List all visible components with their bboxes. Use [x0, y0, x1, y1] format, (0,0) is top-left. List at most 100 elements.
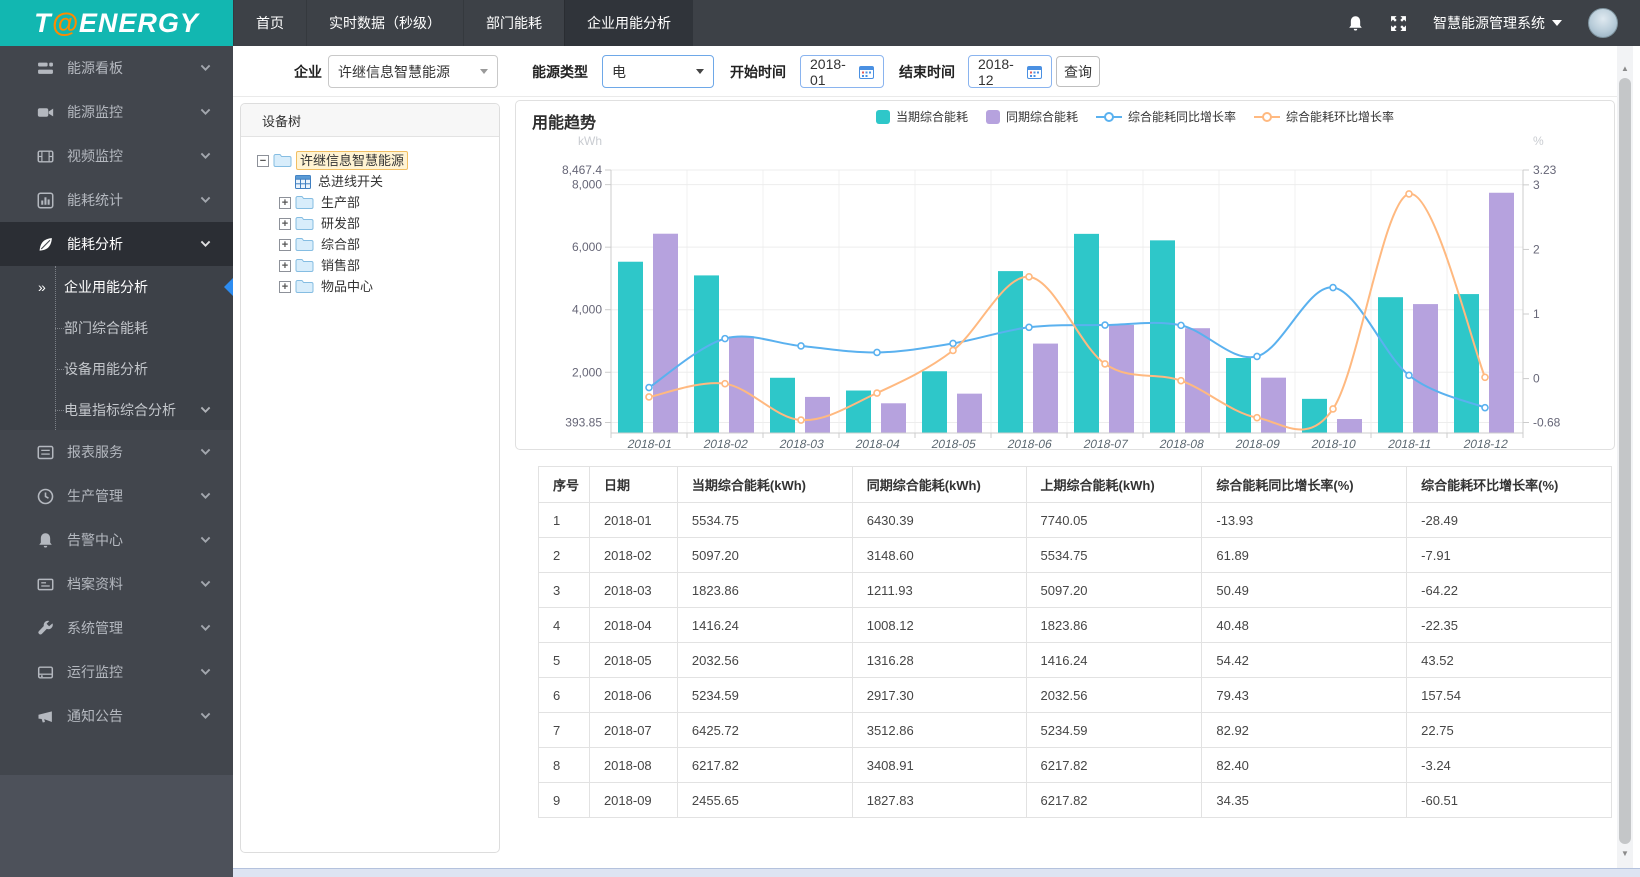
bar-同期综合能耗-2018-08[interactable]	[1185, 328, 1210, 433]
table-row-4[interactable]: 4 2018-04 1416.24 1008.12 1823.86 40.48 -22.35	[538, 607, 1612, 643]
point-综合能耗同比增长率-2018-06[interactable]	[1025, 323, 1033, 332]
point-综合能耗环比增长率-2018-03[interactable]	[797, 416, 805, 424]
point-综合能耗同比增长率-2018-02[interactable]	[721, 334, 729, 343]
tree-node-1[interactable]: − 许继信息智慧能源	[257, 150, 491, 171]
tree-node-label[interactable]: 研发部	[318, 215, 363, 232]
bar-当期综合能耗-2018-05[interactable]	[922, 371, 947, 433]
point-综合能耗环比增长率-2018-06[interactable]	[1025, 273, 1033, 281]
tree-node-5[interactable]: + 综合部	[257, 234, 491, 255]
point-综合能耗环比增长率-2018-08[interactable]	[1177, 376, 1185, 385]
system-title-dropdown[interactable]: 智慧能源管理系统	[1433, 13, 1562, 33]
expand-icon[interactable]: +	[279, 280, 291, 293]
bar-当期综合能耗-2018-08[interactable]	[1150, 240, 1175, 433]
bar-当期综合能耗-2018-07[interactable]	[1074, 233, 1099, 433]
sidebar-subitem-4[interactable]: 电量指标综合分析	[0, 389, 233, 430]
nav-tab-4[interactable]: 企业用能分析	[564, 0, 693, 46]
bar-同期综合能耗-2018-12[interactable]	[1489, 192, 1514, 433]
bar-同期综合能耗-2018-11[interactable]	[1413, 304, 1438, 433]
sidebar-subitem-1[interactable]: » 企业用能分析	[0, 266, 233, 307]
bar-当期综合能耗-2018-02[interactable]	[694, 275, 719, 433]
sidebar-item-2[interactable]: 能源监控	[0, 90, 233, 134]
table-row-9[interactable]: 9 2018-09 2455.65 1827.83 6217.82 34.35 -60.51	[538, 782, 1612, 818]
scroll-down-icon[interactable]: ▼	[1617, 845, 1633, 861]
sidebar-item-10[interactable]: 系统管理	[0, 606, 233, 650]
expand-icon[interactable]: +	[279, 217, 291, 230]
bar-同期综合能耗-2018-03[interactable]	[805, 396, 830, 433]
company-select[interactable]: 许继信息智慧能源	[328, 55, 498, 88]
bar-同期综合能耗-2018-10[interactable]	[1337, 419, 1362, 433]
point-综合能耗环比增长率-2018-01[interactable]	[645, 393, 653, 401]
point-综合能耗同比增长率-2018-05[interactable]	[949, 339, 957, 348]
fullscreen-icon[interactable]	[1390, 15, 1407, 32]
bar-当期综合能耗-2018-01[interactable]	[618, 261, 643, 433]
scroll-up-icon[interactable]: ▲	[1617, 60, 1633, 76]
avatar[interactable]	[1588, 8, 1618, 38]
tree-node-3[interactable]: + 生产部	[257, 192, 491, 213]
vertical-scrollbar[interactable]: ▲ ▼	[1617, 46, 1633, 868]
expand-icon[interactable]: +	[279, 238, 291, 251]
point-综合能耗环比增长率-2018-04[interactable]	[873, 389, 881, 397]
point-综合能耗同比增长率-2018-04[interactable]	[873, 348, 881, 357]
sidebar-item-6[interactable]: 报表服务	[0, 430, 233, 474]
point-综合能耗环比增长率-2018-09[interactable]	[1253, 413, 1261, 422]
sidebar-item-9[interactable]: 档案资料	[0, 562, 233, 606]
expand-icon[interactable]: +	[279, 259, 291, 272]
table-row-1[interactable]: 1 2018-01 5534.75 6430.39 7740.05 -13.93 -28.4…	[538, 502, 1612, 538]
sidebar-subitem-3[interactable]: 设备用能分析	[0, 348, 233, 389]
sidebar-item-11[interactable]: 运行监控	[0, 650, 233, 694]
point-综合能耗同比增长率-2018-01[interactable]	[645, 383, 653, 392]
bar-当期综合能耗-2018-12[interactable]	[1454, 294, 1479, 433]
collapse-icon[interactable]: −	[257, 154, 269, 167]
nav-tab-2[interactable]: 实时数据（秒级）	[306, 0, 463, 46]
point-综合能耗环比增长率-2018-05[interactable]	[949, 346, 957, 355]
sidebar-item-3[interactable]: 视频监控	[0, 134, 233, 178]
nav-tab-3[interactable]: 部门能耗	[463, 0, 564, 46]
sidebar-item-1[interactable]: 能源看板	[0, 46, 233, 90]
bar-同期综合能耗-2018-06[interactable]	[1033, 343, 1058, 433]
tree-node-label[interactable]: 物品中心	[318, 278, 376, 295]
sidebar-item-12[interactable]: 通知公告	[0, 694, 233, 738]
tree-node-label[interactable]: 销售部	[318, 257, 363, 274]
point-综合能耗环比增长率-2018-02[interactable]	[721, 379, 729, 388]
bar-同期综合能耗-2018-01[interactable]	[653, 233, 678, 433]
sidebar-subitem-2[interactable]: 部门综合能耗	[0, 307, 233, 348]
bar-当期综合能耗-2018-06[interactable]	[998, 271, 1023, 433]
tree-node-2[interactable]: 总进线开关	[257, 171, 491, 192]
tree-node-label[interactable]: 综合部	[318, 236, 363, 253]
calendar-icon[interactable]	[1027, 65, 1042, 79]
bell-icon[interactable]	[1347, 15, 1364, 32]
tree-node-label[interactable]: 许继信息智慧能源	[296, 151, 409, 170]
nav-tab-1[interactable]: 首页	[233, 0, 306, 46]
tree-node-label[interactable]: 生产部	[318, 194, 363, 211]
table-row-2[interactable]: 2 2018-02 5097.20 3148.60 5534.75 61.89 -7.91	[538, 537, 1612, 573]
tree-node-label[interactable]: 总进线开关	[315, 173, 386, 190]
sidebar-item-7[interactable]: 生产管理	[0, 474, 233, 518]
point-综合能耗同比增长率-2018-03[interactable]	[797, 342, 805, 350]
table-row-7[interactable]: 7 2018-07 6425.72 3512.86 5234.59 82.92 22.75	[538, 712, 1612, 748]
point-综合能耗环比增长率-2018-07[interactable]	[1101, 360, 1109, 368]
energy-type-select[interactable]: 电	[602, 55, 714, 88]
bar-同期综合能耗-2018-04[interactable]	[881, 403, 906, 433]
bar-当期综合能耗-2018-10[interactable]	[1302, 398, 1327, 433]
bar-当期综合能耗-2018-09[interactable]	[1226, 358, 1251, 433]
horizontal-scrollbar[interactable]	[233, 868, 1640, 877]
calendar-icon[interactable]	[859, 65, 874, 79]
expand-icon[interactable]: +	[279, 196, 291, 209]
tree-node-4[interactable]: + 研发部	[257, 213, 491, 234]
table-row-8[interactable]: 8 2018-08 6217.82 3408.91 6217.82 82.40 -3.24	[538, 747, 1612, 783]
tree-node-7[interactable]: + 物品中心	[257, 276, 491, 297]
point-综合能耗同比增长率-2018-10[interactable]	[1329, 283, 1337, 292]
point-综合能耗环比增长率-2018-10[interactable]	[1329, 405, 1337, 413]
scrollbar-thumb[interactable]	[1619, 78, 1631, 844]
point-综合能耗同比增长率-2018-12[interactable]	[1481, 403, 1489, 412]
sidebar-item-8[interactable]: 告警中心	[0, 518, 233, 562]
sidebar-item-4[interactable]: 能耗统计	[0, 178, 233, 222]
point-综合能耗同比增长率-2018-08[interactable]	[1177, 321, 1185, 330]
start-date-input[interactable]: 2018-01	[800, 55, 884, 88]
sidebar-item-5[interactable]: 能耗分析	[0, 222, 233, 266]
end-date-input[interactable]: 2018-12	[968, 55, 1052, 88]
bar-同期综合能耗-2018-07[interactable]	[1109, 324, 1134, 433]
table-row-3[interactable]: 3 2018-03 1823.86 1211.93 5097.20 50.49 -64.22	[538, 572, 1612, 608]
bar-同期综合能耗-2018-05[interactable]	[957, 393, 982, 433]
table-row-5[interactable]: 5 2018-05 2032.56 1316.28 1416.24 54.42 43.52	[538, 642, 1612, 678]
